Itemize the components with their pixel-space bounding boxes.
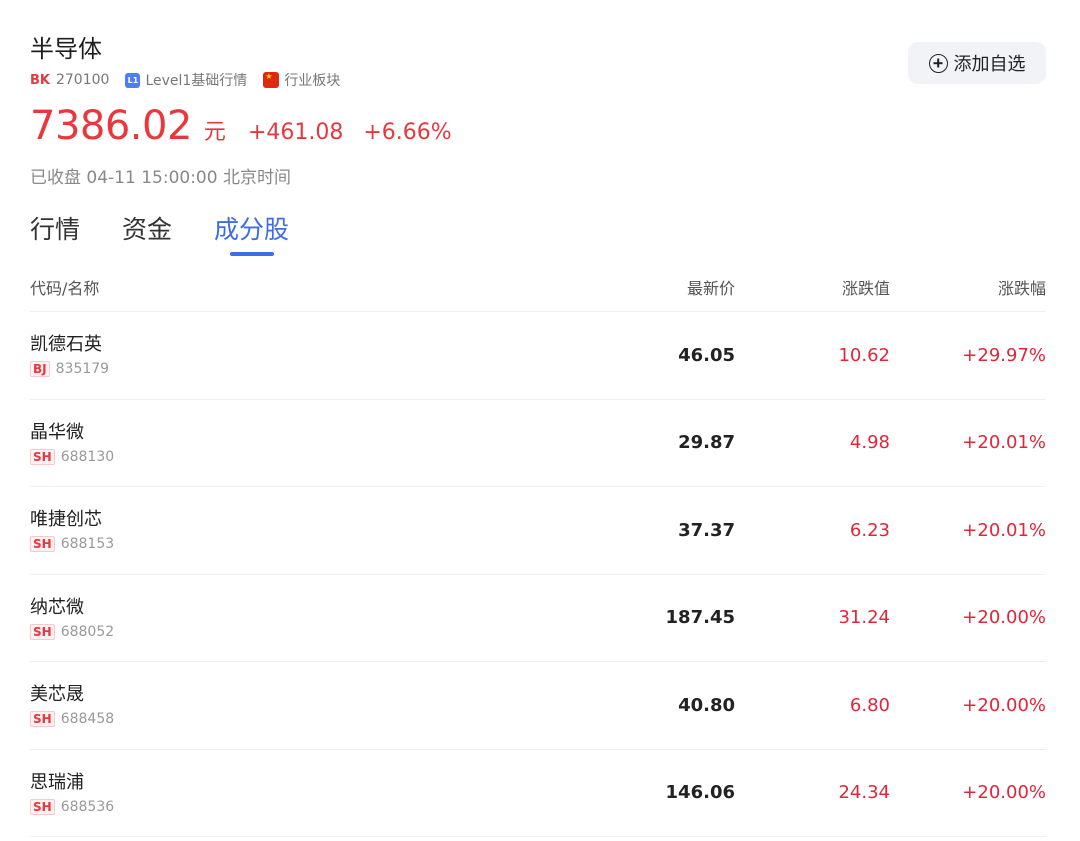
header-change-pct[interactable]: 涨跌幅 (890, 275, 1046, 299)
stock-price: 187.45 (665, 607, 735, 629)
china-flag-icon (263, 72, 280, 88)
stock-code: 688536 (60, 798, 115, 815)
stock-price: 29.87 (678, 432, 735, 454)
tab-bar: 行情 资金 成分股 (30, 210, 331, 256)
table-row[interactable]: 纳芯微 SH 688052 187.45 31.24 +20.00% (30, 575, 1046, 662)
exchange-badge: SH (30, 448, 55, 465)
stock-sub: BJ 835179 (30, 361, 550, 378)
stock-cell: 凯德石英 BJ 835179 (30, 333, 550, 378)
stock-change: 10.62 (838, 344, 890, 366)
stock-sub: SH 688130 (30, 448, 550, 465)
stock-code: 688458 (60, 711, 115, 728)
price-row: 7386.02 元 +461.08 +6.66% (30, 103, 452, 149)
table-row[interactable]: 凯德石英 BJ 835179 46.05 10.62 +29.97% (30, 312, 1046, 400)
sector-code: 270100 (55, 72, 110, 88)
stock-cell: 美芯晟 SH 688458 (30, 683, 550, 728)
tab-funds[interactable]: 资金 (122, 210, 172, 256)
add-watchlist-label: 添加自选 (953, 54, 1026, 75)
level-label: Level1基础行情 (145, 73, 248, 89)
table-row[interactable]: 思瑞浦 SH 688536 146.06 24.34 +20.00% (30, 750, 1046, 837)
market-badge: BK (30, 72, 50, 88)
page-title: 半导体 (30, 35, 102, 63)
stock-name: 晶华微 (30, 421, 84, 443)
current-price: 7386.02 (30, 103, 192, 149)
stock-code: 688130 (60, 448, 115, 465)
stock-name: 唯捷创芯 (30, 509, 102, 531)
stock-cell: 唯捷创芯 SH 688153 (30, 508, 550, 553)
exchange-badge: BJ (30, 361, 50, 378)
add-watchlist-button[interactable]: 添加自选 (908, 42, 1046, 84)
stock-sub: SH 688536 (30, 798, 550, 815)
level1-icon: L1 (125, 72, 141, 88)
stock-cell: 纳芯微 SH 688052 (30, 596, 550, 640)
table-row[interactable]: 晶华微 SH 688130 29.87 4.98 +20.01% (30, 400, 1046, 487)
header-price[interactable]: 最新价 (550, 275, 735, 299)
table-row[interactable]: 美芯晟 SH 688458 40.80 6.80 +20.00% (30, 662, 1046, 750)
stock-name: 纳芯微 (30, 596, 84, 618)
stock-change-pct: +29.97% (962, 344, 1046, 366)
stock-price: 37.37 (678, 519, 735, 541)
stock-meta: BK 270100 L1 Level1基础行情 行业板块 (30, 70, 340, 90)
stock-price: 146.06 (665, 782, 735, 804)
stock-sub: SH 688458 (30, 711, 550, 728)
header-name: 代码/名称 (30, 278, 100, 298)
stock-change: 31.24 (838, 607, 890, 629)
stock-change-pct: +20.01% (962, 519, 1046, 541)
constituents-table: 代码/名称 最新价 涨跌值 涨跌幅 凯德石英 BJ 835179 46.05 1… (30, 262, 1046, 837)
tab-quote[interactable]: 行情 (30, 210, 80, 256)
exchange-badge: SH (30, 623, 55, 640)
stock-change-pct: +20.00% (962, 782, 1046, 804)
table-header: 代码/名称 最新价 涨跌值 涨跌幅 (30, 262, 1046, 312)
price-unit: 元 (203, 120, 226, 145)
table-row[interactable]: 唯捷创芯 SH 688153 37.37 6.23 +20.01% (30, 487, 1046, 575)
stock-change-pct: +20.01% (962, 432, 1046, 454)
plus-circle-icon (928, 53, 948, 73)
stock-price: 40.80 (678, 694, 735, 716)
stock-code: 835179 (55, 361, 110, 378)
stock-name: 凯德石英 (30, 334, 102, 356)
tab-constituents[interactable]: 成分股 (214, 210, 289, 256)
stock-cell: 思瑞浦 SH 688536 (30, 771, 550, 815)
stock-header: 半导体 BK 270100 L1 Level1基础行情 行业板块 添加自选 (30, 34, 1046, 89)
header-change[interactable]: 涨跌值 (735, 275, 890, 299)
stock-price: 46.05 (678, 344, 735, 366)
exchange-badge: SH (30, 711, 55, 728)
stock-cell: 晶华微 SH 688130 (30, 421, 550, 465)
stock-change-pct: +20.00% (962, 607, 1046, 629)
stock-code: 688052 (60, 623, 115, 640)
price-change: +461.08 (247, 120, 344, 145)
stock-change-pct: +20.00% (962, 694, 1046, 716)
stock-name: 美芯晟 (30, 684, 84, 706)
stock-change: 6.80 (849, 694, 890, 716)
stock-change: 6.23 (849, 519, 890, 541)
stock-change: 4.98 (849, 432, 890, 454)
stock-sub: SH 688153 (30, 536, 550, 553)
sector-type-label: 行业板块 (284, 73, 341, 89)
stock-sub: SH 688052 (30, 623, 550, 640)
stock-code: 688153 (60, 536, 115, 553)
price-change-pct: +6.66% (363, 120, 452, 145)
exchange-badge: SH (30, 536, 55, 553)
stock-change: 24.34 (838, 782, 890, 804)
market-status: 已收盘 04-11 15:00:00 北京时间 (30, 168, 291, 188)
stock-name: 思瑞浦 (30, 771, 84, 793)
exchange-badge: SH (30, 798, 55, 815)
